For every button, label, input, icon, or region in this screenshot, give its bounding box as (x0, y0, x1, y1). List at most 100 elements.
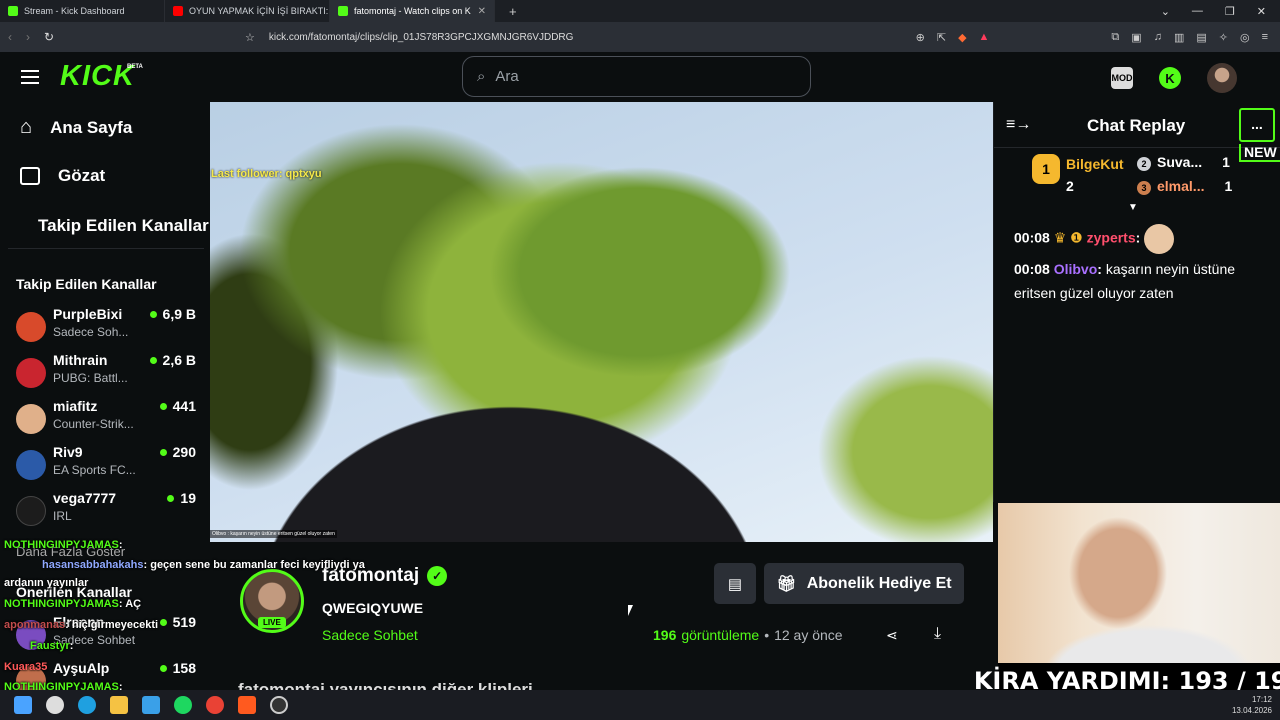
browser-tab-bar: Stream - Kick Dashboard OYUN YAPMAK İÇİN… (0, 0, 1280, 22)
last-follower-overlay: Last follower: qptxyu (211, 168, 322, 180)
kick-favicon-icon (8, 6, 18, 16)
sidebar-item-following[interactable]: Takip Edilen Kanallar (38, 216, 209, 236)
brave-rewards-icon[interactable]: ▲ (979, 31, 990, 44)
brave-shield-icon[interactable]: ◆ (958, 31, 966, 44)
forward-icon[interactable]: › (26, 30, 30, 44)
overlay-chat-line: Faustyr: (30, 640, 74, 652)
rank-badge-icon: ❶ (1070, 229, 1083, 246)
view-stats: 196 görüntüleme • 12 ay önce (653, 627, 843, 643)
search-taskbar-icon[interactable] (46, 696, 64, 714)
system-clock[interactable]: 17:12 13.04.2026 (1232, 694, 1280, 716)
maximize-icon[interactable]: ❐ (1225, 5, 1235, 18)
mod-dashboard-icon[interactable]: MOD (1111, 67, 1133, 89)
chat-more-button[interactable]: ... (1239, 108, 1275, 142)
new-badge: NEW (1239, 144, 1280, 162)
document-icon: ▤ (727, 575, 743, 593)
overlay-chat-line: NOTHINGINPYJAMAS: (4, 539, 123, 551)
search-bar[interactable]: ⌕ Ara (462, 56, 811, 97)
sidebar-item-browse[interactable]: Gözat (20, 166, 105, 186)
sidebar-toggle-icon[interactable]: ▥ (1174, 31, 1184, 44)
gift-subscription-button[interactable]: 🎁︎ Abonelik Hediye Et (764, 563, 964, 604)
reload-icon[interactable]: ↻ (44, 30, 54, 44)
chat-message: 00:08 ♛ ❶ zyperts: (1014, 224, 1264, 254)
sidebar-item-home[interactable]: ⌂ Ana Sayfa (20, 116, 132, 139)
kick-favicon-icon (338, 6, 348, 16)
overlay-chat-line: Kuara35 (4, 661, 48, 673)
channel-avatar (16, 450, 46, 480)
chat-header: ≡→ Chat Replay ... NEW (994, 102, 1280, 162)
live-dot-icon (159, 664, 167, 672)
chrome-icon[interactable] (206, 696, 224, 714)
tab-close-icon[interactable]: ✕ (478, 6, 486, 17)
live-dot-icon (167, 494, 175, 502)
sidebar: ⌂ Ana Sayfa Gözat Takip Edilen Kanallar T… (0, 102, 210, 700)
tab-list-icon[interactable]: ⌄ (1161, 5, 1170, 18)
chat-title: Chat Replay (1087, 116, 1186, 135)
search-icon: ⌕ (477, 68, 486, 85)
mini-chat-overlay: Olibvo : kaşarın neyin üstüne eritsen gü… (210, 530, 337, 538)
share-page-icon[interactable]: ⇱ (937, 31, 946, 44)
browser-tab[interactable]: Stream - Kick Dashboard (0, 0, 165, 22)
browse-icon (20, 167, 40, 185)
search-input[interactable]: Ara (495, 68, 518, 85)
user-avatar[interactable] (1207, 63, 1237, 93)
live-dot-icon (159, 448, 167, 456)
url-field[interactable]: kick.com/fatomontaj/clips/clip_01JS78R3G… (269, 32, 859, 43)
zoom-icon[interactable]: ⊕ (916, 31, 925, 44)
file-explorer-icon[interactable] (110, 696, 128, 714)
bookmark-icon[interactable]: ☆ (245, 31, 255, 44)
live-badge: LIVE (258, 617, 286, 628)
overlay-chat-line: aponmanas: hiç girmeyecekti (4, 619, 159, 631)
youtube-favicon-icon (173, 6, 183, 16)
minimize-icon[interactable]: — (1192, 5, 1203, 18)
verified-icon: ✓ (427, 566, 448, 586)
expand-leaderboard-icon[interactable]: ▼ (1128, 202, 1138, 213)
extensions-icon[interactable]: ⧉ (1111, 31, 1119, 44)
windows-start-icon[interactable] (14, 696, 32, 714)
back-icon[interactable]: ‹ (8, 30, 12, 44)
live-dot-icon (159, 402, 167, 410)
divider (8, 248, 204, 249)
obs-icon[interactable] (270, 696, 288, 714)
menu-icon[interactable]: ≡ (1262, 31, 1268, 44)
wallet-icon[interactable]: ▤ (1196, 31, 1206, 44)
close-window-icon[interactable]: ✕ (1257, 5, 1266, 18)
kick-coins-icon[interactable]: K (1159, 67, 1181, 89)
collapse-chat-icon[interactable]: ≡→ (1006, 116, 1031, 134)
download-icon[interactable]: ⤓ (934, 625, 941, 643)
live-dot-icon (159, 618, 167, 626)
leaderboard-first: 1 BilgeKut 2 (1032, 154, 1124, 194)
category-link[interactable]: Sadece Sohbet (322, 627, 418, 643)
leo-icon[interactable]: ✧ (1219, 31, 1228, 44)
address-bar: ‹ › ↻ ☆ kick.com/fatomontaj/clips/clip_01J… (0, 22, 1280, 52)
mouse-cursor-icon (628, 605, 633, 616)
followed-channel[interactable]: Mithrain PUBG: Battl... 2,6 B (16, 352, 196, 392)
vpn-icon[interactable]: ◎ (1240, 31, 1250, 44)
browser-tab[interactable]: OYUN YAPMAK İÇİN İŞİ BIRAKTI: ADA (165, 0, 330, 22)
spotify-icon[interactable] (174, 696, 192, 714)
crown-badge-icon: ♛ (1053, 229, 1067, 246)
followed-channels-title: Takip Edilen Kanallar (16, 276, 157, 292)
leaderboard-third: 3 elmal... 1 (1137, 178, 1232, 195)
video-player[interactable]: Last follower: qptxyu Olibvo : kaşarın n… (210, 102, 993, 542)
followed-channel[interactable]: miafitz Counter-Strik... 441 (16, 398, 196, 438)
overlay-chat-line: ardanın yayınlar (4, 577, 89, 589)
browser-tab-active[interactable]: fatomontaj - Watch clips on K ✕ (330, 0, 495, 22)
beta-label: BETA (127, 64, 143, 70)
new-tab-icon[interactable]: + (509, 4, 517, 19)
followed-channel[interactable]: Riv9 EA Sports FC... 290 (16, 444, 196, 484)
store-icon[interactable] (142, 696, 160, 714)
notes-button[interactable]: ▤ (714, 563, 756, 604)
brave-icon[interactable] (238, 696, 256, 714)
kick-logo[interactable]: KICK (60, 60, 135, 93)
share-icon[interactable]: ⋖ (886, 627, 898, 644)
followed-channel[interactable]: PurpleBixi Sadece Soh... 6,9 B (16, 306, 196, 346)
hamburger-menu-icon[interactable] (21, 70, 39, 84)
edge-icon[interactable] (78, 696, 96, 714)
screenshot-icon[interactable]: ▣ (1131, 31, 1141, 44)
live-dot-icon (149, 356, 157, 364)
emote-icon (1144, 224, 1175, 254)
site-header: KICK BETA ⌕ Ara MOD K (0, 52, 1280, 102)
media-icon[interactable]: ♫ (1154, 31, 1162, 44)
followed-channel[interactable]: vega7777 IRL 19 (16, 490, 196, 530)
